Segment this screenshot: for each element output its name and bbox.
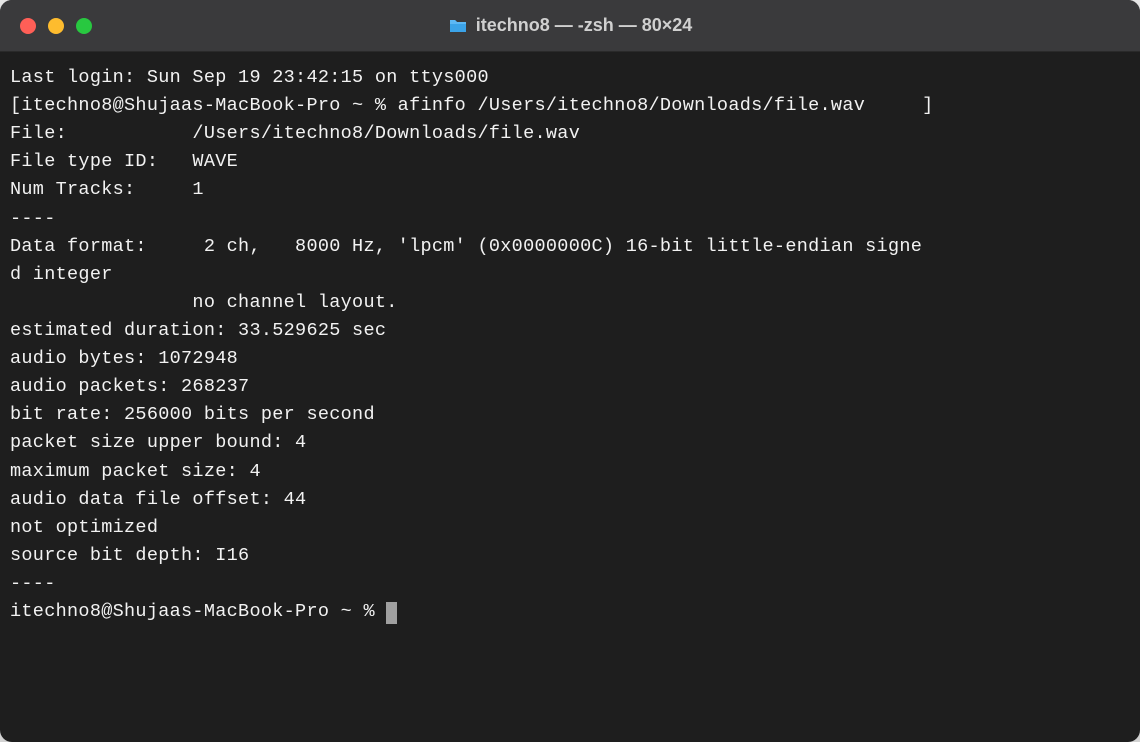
output-file-offset: audio data file offset: 44: [10, 489, 306, 510]
maximize-button[interactable]: [76, 18, 92, 34]
minimize-button[interactable]: [48, 18, 64, 34]
output-audio-bytes: audio bytes: 1072948: [10, 348, 238, 369]
output-file-type: File type ID: WAVE: [10, 151, 238, 172]
output-not-optimized: not optimized: [10, 517, 158, 538]
output-bit-rate: bit rate: 256000 bits per second: [10, 404, 375, 425]
output-data-format-1: Data format: 2 ch, 8000 Hz, 'lpcm' (0x00…: [10, 236, 922, 257]
output-file: File: /Users/itechno8/Downloads/file.wav: [10, 123, 580, 144]
cursor: [386, 602, 397, 624]
window-title-container: itechno8 — -zsh — 80×24: [20, 15, 1120, 36]
output-duration: estimated duration: 33.529625 sec: [10, 320, 386, 341]
terminal-window: itechno8 — -zsh — 80×24 Last login: Sun …: [0, 0, 1140, 742]
last-login-line: Last login: Sun Sep 19 23:42:15 on ttys0…: [10, 67, 489, 88]
close-button[interactable]: [20, 18, 36, 34]
title-bar: itechno8 — -zsh — 80×24: [0, 0, 1140, 52]
output-max-packet: maximum packet size: 4: [10, 461, 261, 482]
window-title: itechno8 — -zsh — 80×24: [476, 15, 693, 36]
traffic-lights: [20, 18, 92, 34]
terminal-body[interactable]: Last login: Sun Sep 19 23:42:15 on ttys0…: [0, 52, 1140, 742]
output-data-format-2: d integer: [10, 264, 113, 285]
current-prompt: itechno8@Shujaas-MacBook-Pro ~ %: [10, 601, 386, 622]
output-num-tracks: Num Tracks: 1: [10, 179, 204, 200]
command-line: [itechno8@Shujaas-MacBook-Pro ~ % afinfo…: [10, 95, 934, 116]
output-channel-layout: no channel layout.: [10, 292, 398, 313]
output-packet-upper: packet size upper bound: 4: [10, 432, 306, 453]
output-separator-2: ----: [10, 573, 56, 594]
output-audio-packets: audio packets: 268237: [10, 376, 249, 397]
output-bit-depth: source bit depth: I16: [10, 545, 249, 566]
folder-icon: [448, 18, 468, 34]
output-separator: ----: [10, 208, 56, 229]
